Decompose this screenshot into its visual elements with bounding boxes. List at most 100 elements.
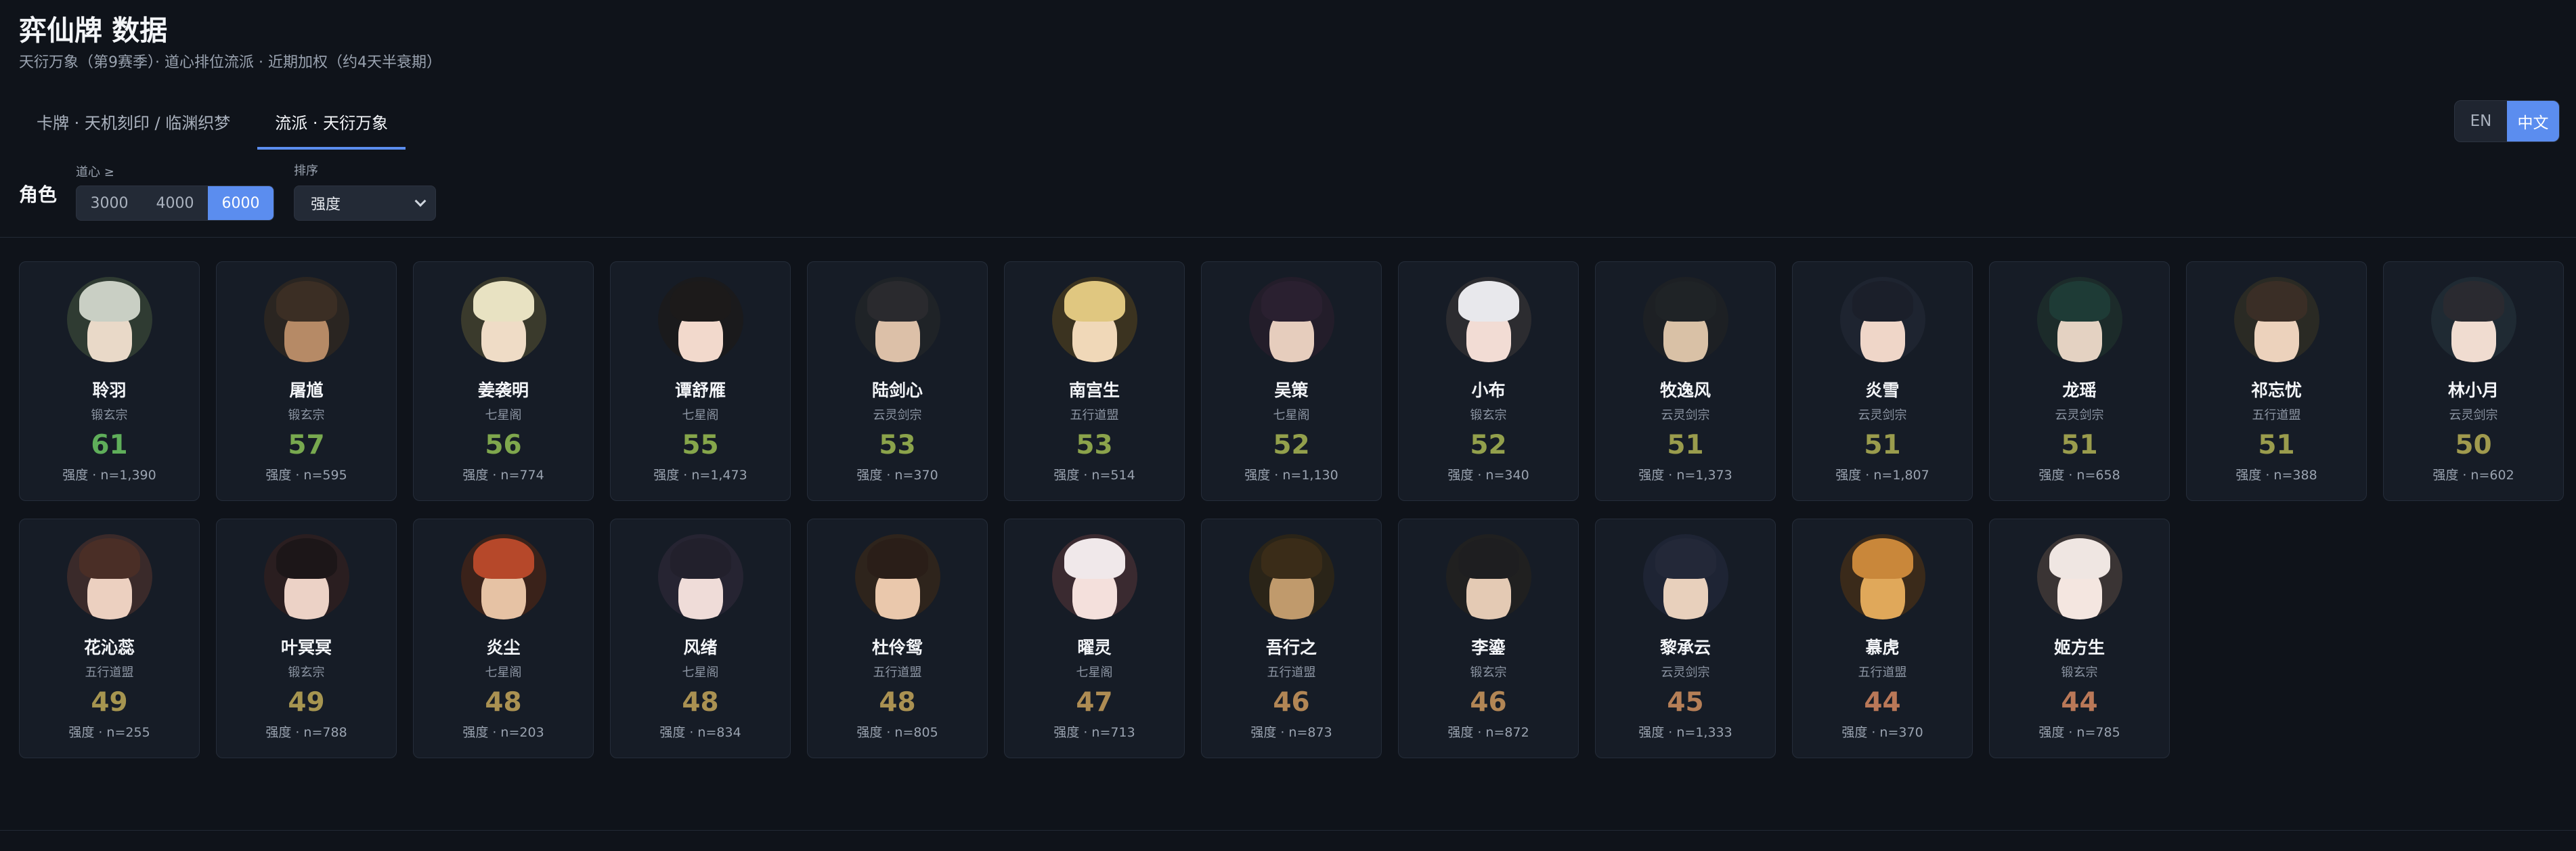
character-portrait [460, 534, 546, 619]
character-card[interactable]: 炎尘 七星阁 48 强度 · n=203 [413, 519, 594, 758]
sample-size: 强度 · n=713 [1053, 725, 1135, 740]
sample-size: 强度 · n=255 [68, 725, 150, 740]
character-portrait [2036, 277, 2122, 362]
strength-score: 46 [1273, 687, 1310, 718]
character-sect: 七星阁 [682, 665, 719, 680]
character-name: 炎尘 [486, 638, 521, 657]
character-name: 小布 [1471, 380, 1506, 400]
strength-score: 48 [879, 687, 916, 718]
character-sect: 七星阁 [682, 408, 719, 422]
character-sect: 云灵剑宗 [1661, 408, 1710, 422]
threshold-label: 道心 ≥ [76, 165, 114, 179]
character-card[interactable]: 陆剑心 云灵剑宗 53 强度 · n=370 [807, 261, 988, 501]
character-portrait [1248, 277, 1334, 362]
sample-size: 强度 · n=370 [1841, 725, 1923, 740]
character-card[interactable]: 吴策 七星阁 52 强度 · n=1,130 [1201, 261, 1382, 501]
sort-select[interactable]: 强度 [294, 186, 436, 221]
character-sect: 五行道盟 [873, 665, 922, 680]
lang-zh-button[interactable]: 中文 [2507, 101, 2559, 141]
character-portrait [263, 277, 349, 362]
character-portrait [1839, 534, 1925, 619]
sample-size: 强度 · n=602 [2432, 468, 2514, 483]
character-card[interactable]: 曜灵七星阁 47 强度 · n=713 [1004, 519, 1185, 758]
character-card[interactable]: 林小月 云灵剑宗 50 强度 · n=602 [2383, 261, 2564, 501]
character-card[interactable]: 风绪 七星阁 48 强度 · n=834 [610, 519, 791, 758]
character-card[interactable]: 叶冥冥 锻玄宗 49 强度 · n=788 [216, 519, 397, 758]
sample-size: 强度 · n=340 [1447, 468, 1529, 483]
strength-score: 50 [2455, 430, 2492, 460]
character-card[interactable]: 屠馗 锻玄宗 57 强度 · n=595 [216, 261, 397, 501]
threshold-6000-button[interactable]: 6000 [208, 186, 274, 220]
sample-size: 强度 · n=872 [1447, 725, 1529, 740]
character-card[interactable]: 小布 锻玄宗 52 强度 · n=340 [1398, 261, 1579, 501]
sample-size: 强度 · n=788 [265, 725, 347, 740]
character-sect: 七星阁 [1076, 665, 1113, 680]
character-name: 吴策 [1274, 380, 1309, 400]
strength-score: 46 [1470, 687, 1507, 718]
character-name: 风绪 [683, 638, 718, 657]
character-portrait [263, 534, 349, 619]
character-card[interactable]: 花沁蕊 五行道盟 49 强度 · n=255 [19, 519, 200, 758]
sample-size: 强度 · n=1,333 [1638, 725, 1732, 740]
character-sect: 五行道盟 [85, 665, 134, 680]
strength-score: 56 [485, 430, 522, 460]
character-sect: 云灵剑宗 [1858, 408, 1907, 422]
strength-score: 51 [1667, 430, 1704, 460]
lang-en-button[interactable]: EN [2455, 101, 2507, 141]
strength-score: 52 [1273, 430, 1310, 460]
character-card[interactable]: 炎雪 云灵剑宗 51 强度 · n=1,807 [1792, 261, 1973, 501]
strength-score: 47 [1076, 687, 1113, 718]
character-card[interactable]: 龙瑶 云灵剑宗 51 强度 · n=658 [1989, 261, 2170, 501]
character-card[interactable]: 谭舒雁 七星阁 55 强度 · n=1,473 [610, 261, 791, 501]
character-card[interactable]: 黎承云 云灵剑宗 45 强度 · n=1,333 [1595, 519, 1776, 758]
page-subtitle: 天衍万象（第9赛季）· 道心排位流派 · 近期加权（约4天半衰期） [19, 54, 441, 71]
sample-size: 强度 · n=873 [1250, 725, 1332, 740]
character-card[interactable]: 杜伶鸳 五行道盟 48 强度 · n=805 [807, 519, 988, 758]
tab-cards[interactable]: 卡牌 · 天机刻印 / 临渊织梦 [19, 100, 248, 150]
character-name: 曜灵 [1077, 638, 1112, 657]
character-portrait [2430, 277, 2516, 362]
threshold-4000-button[interactable]: 4000 [142, 186, 208, 220]
sample-size: 强度 · n=1,373 [1638, 468, 1732, 483]
character-card[interactable]: 吾行之 五行道盟 46 强度 · n=873 [1201, 519, 1382, 758]
tab-archetypes[interactable]: 流派 · 天衍万象 [257, 100, 406, 150]
character-card[interactable]: 祁忘忧 五行道盟 51 强度 · n=388 [2186, 261, 2367, 501]
strength-score: 51 [2061, 430, 2098, 460]
sample-size: 强度 · n=1,390 [62, 468, 156, 483]
character-name: 花沁蕊 [83, 638, 135, 657]
character-card[interactable]: 姜袭明 七星阁 56 强度 · n=774 [413, 261, 594, 501]
strength-score: 44 [1864, 687, 1901, 718]
character-portrait [657, 534, 743, 619]
character-card[interactable]: 南宫生 五行道盟 53 强度 · n=514 [1004, 261, 1185, 501]
character-portrait [854, 277, 940, 362]
character-card[interactable]: 李鎏 锻玄宗 46 强度 · n=872 [1398, 519, 1579, 758]
character-name: 祁忘忧 [2250, 380, 2302, 400]
character-card[interactable]: 慕虎 五行道盟 44 强度 · n=370 [1792, 519, 1973, 758]
character-sect: 五行道盟 [1267, 665, 1316, 680]
strength-score: 44 [2061, 687, 2098, 718]
character-card[interactable]: 姬方生 锻玄宗 44 强度 · n=785 [1989, 519, 2170, 758]
divider [0, 237, 2576, 238]
character-card[interactable]: 聆羽 锻玄宗 61 强度 · n=1,390 [19, 261, 200, 501]
character-name: 林小月 [2447, 380, 2499, 400]
character-sect: 锻玄宗 [288, 408, 325, 422]
character-sect: 七星阁 [485, 408, 522, 422]
sample-size: 强度 · n=1,807 [1835, 468, 1929, 483]
character-name: 叶冥冥 [280, 638, 332, 657]
sample-size: 强度 · n=774 [462, 468, 544, 483]
strength-score: 52 [1470, 430, 1507, 460]
sample-size: 强度 · n=370 [856, 468, 938, 483]
character-portrait [1248, 534, 1334, 619]
character-portrait [460, 277, 546, 362]
sample-size: 强度 · n=388 [2235, 468, 2317, 483]
sample-size: 强度 · n=805 [856, 725, 938, 740]
character-sect: 五行道盟 [2252, 408, 2301, 422]
character-name: 谭舒雁 [674, 380, 726, 400]
character-card[interactable]: 牧逸风 云灵剑宗 51 强度 · n=1,373 [1595, 261, 1776, 501]
character-sect: 七星阁 [485, 665, 522, 680]
character-sect: 锻玄宗 [288, 665, 325, 680]
section-label: 角色 [19, 183, 58, 206]
threshold-3000-button[interactable]: 3000 [77, 186, 142, 220]
character-sect: 锻玄宗 [1470, 665, 1507, 680]
character-portrait [66, 534, 152, 619]
